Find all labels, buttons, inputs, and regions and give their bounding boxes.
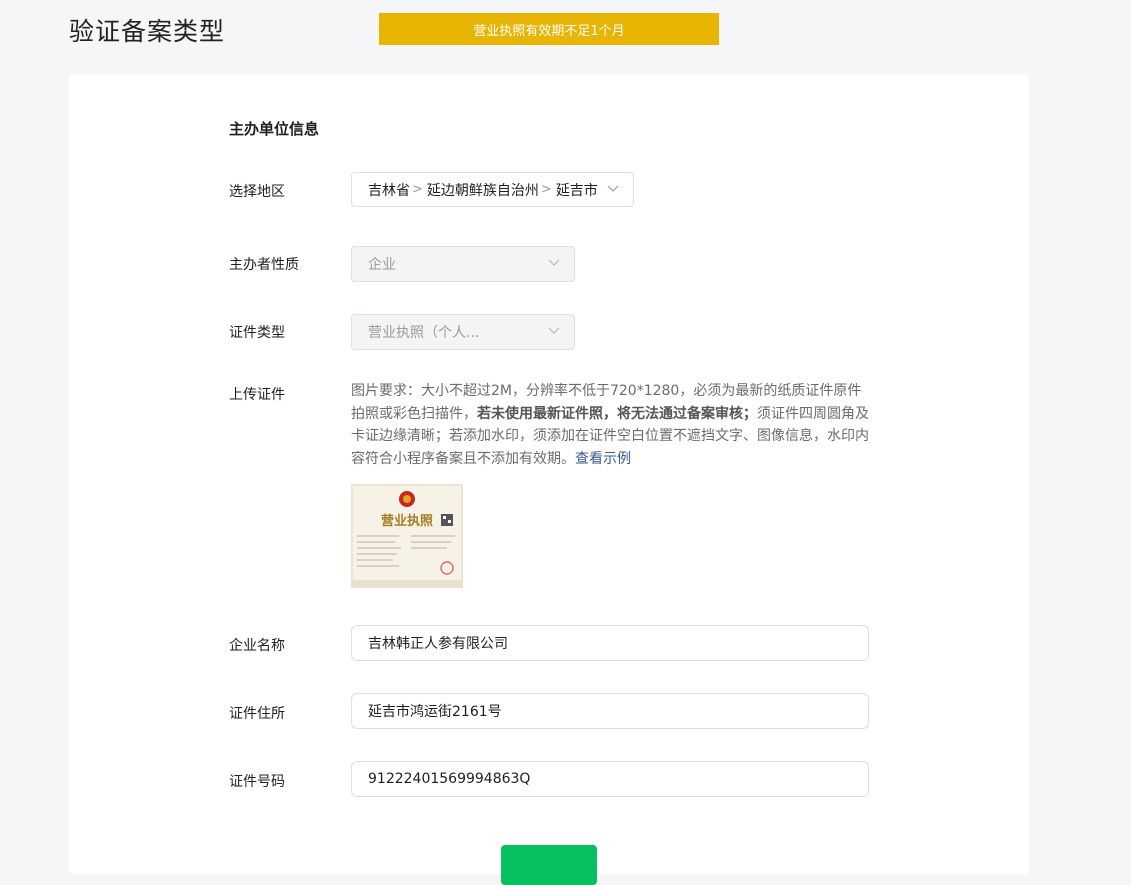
license-image-title: 营业执照 <box>381 513 433 529</box>
chevron-down-icon <box>548 259 560 266</box>
cert-type-select[interactable]: 营业执照（个人... <box>351 314 575 350</box>
cert-type-value: 营业执照（个人... <box>368 325 480 341</box>
company-name-label: 企业名称 <box>229 638 285 654</box>
region-prefecture: 延边朝鲜族自治州 <box>426 182 539 199</box>
page-title: 验证备案类型 <box>69 17 226 46</box>
organizer-type-select[interactable]: 企业 <box>351 246 575 282</box>
cert-address-label: 证件住所 <box>229 706 285 722</box>
upload-requirements: 图片要求：大小不超过2M，分辨率不低于720*1280，必须为最新的纸质证件原件… <box>351 380 871 470</box>
expiry-warning-banner: 营业执照有效期不足1个月 <box>379 13 719 45</box>
cert-address-value: 延吉市鸿运街2161号 <box>368 704 502 720</box>
view-example-link[interactable]: 查看示例 <box>575 451 631 467</box>
cert-type-label: 证件类型 <box>229 325 285 341</box>
cert-address-input[interactable]: 延吉市鸿运街2161号 <box>351 693 869 729</box>
chevron-down-icon <box>548 327 560 334</box>
region-select[interactable]: 吉林省 > 延边朝鲜族自治州 > 延吉市 <box>351 172 634 207</box>
region-city: 延吉市 <box>555 182 598 199</box>
cert-number-label: 证件号码 <box>229 774 285 790</box>
form-card: 主办单位信息 选择地区 吉林省 > 延边朝鲜族自治州 > 延吉市 主办者性质 企… <box>69 74 1029 885</box>
submit-button[interactable] <box>501 845 597 885</box>
upload-label: 上传证件 <box>229 387 285 403</box>
company-name-value: 吉林韩正人参有限公司 <box>368 636 508 652</box>
license-thumbnail[interactable]: 营业执照 <box>351 484 463 588</box>
business-license-image: 营业执照 <box>351 484 463 588</box>
cert-number-input[interactable]: 91222401569994863Q <box>351 761 869 797</box>
upload-desc-warning: 若未使用最新证件照，将无法通过备案审核； <box>477 405 757 422</box>
region-province: 吉林省 <box>368 182 410 199</box>
cert-number-value: 91222401569994863Q <box>368 771 531 787</box>
section-title: 主办单位信息 <box>229 120 320 138</box>
organizer-type-value: 企业 <box>368 257 396 273</box>
breadcrumb-separator-icon: > <box>540 182 552 197</box>
breadcrumb-separator-icon: > <box>412 182 423 197</box>
organizer-type-label: 主办者性质 <box>229 257 299 273</box>
company-name-input[interactable]: 吉林韩正人参有限公司 <box>351 625 869 661</box>
chevron-down-icon <box>607 185 619 192</box>
region-label: 选择地区 <box>229 184 285 200</box>
